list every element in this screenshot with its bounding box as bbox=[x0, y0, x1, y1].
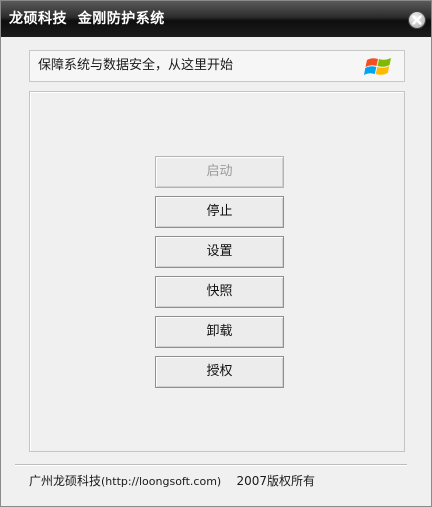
footer-divider bbox=[15, 464, 407, 466]
app-window: 龙硕科技 金刚防护系统 保障系统与数据安全，从这里开始 启动 停止 设置 快照 … bbox=[0, 0, 432, 507]
banner: 保障系统与数据安全，从这里开始 bbox=[29, 50, 405, 82]
close-icon[interactable] bbox=[409, 12, 425, 28]
start-button[interactable]: 启动 bbox=[155, 156, 284, 188]
action-panel: 启动 停止 设置 快照 卸载 授权 bbox=[29, 91, 405, 452]
footer-company: 广州龙硕科技 bbox=[29, 474, 102, 488]
banner-text: 保障系统与数据安全，从这里开始 bbox=[38, 58, 234, 73]
title-bar[interactable]: 龙硕科技 金刚防护系统 bbox=[1, 1, 431, 37]
uninstall-button[interactable]: 卸载 bbox=[155, 316, 284, 348]
footer-copyright: 2007版权所有 bbox=[236, 474, 316, 488]
windows-flag-icon bbox=[364, 58, 391, 75]
stop-button[interactable]: 停止 bbox=[155, 196, 284, 228]
license-button[interactable]: 授权 bbox=[155, 356, 284, 388]
footer: 广州龙硕科技(http://loongsoft.com) 2007版权所有 bbox=[29, 473, 315, 490]
snapshot-button[interactable]: 快照 bbox=[155, 276, 284, 308]
settings-button[interactable]: 设置 bbox=[155, 236, 284, 268]
window-title: 龙硕科技 金刚防护系统 bbox=[9, 11, 165, 27]
footer-url: (http://loongsoft.com) bbox=[101, 475, 222, 488]
